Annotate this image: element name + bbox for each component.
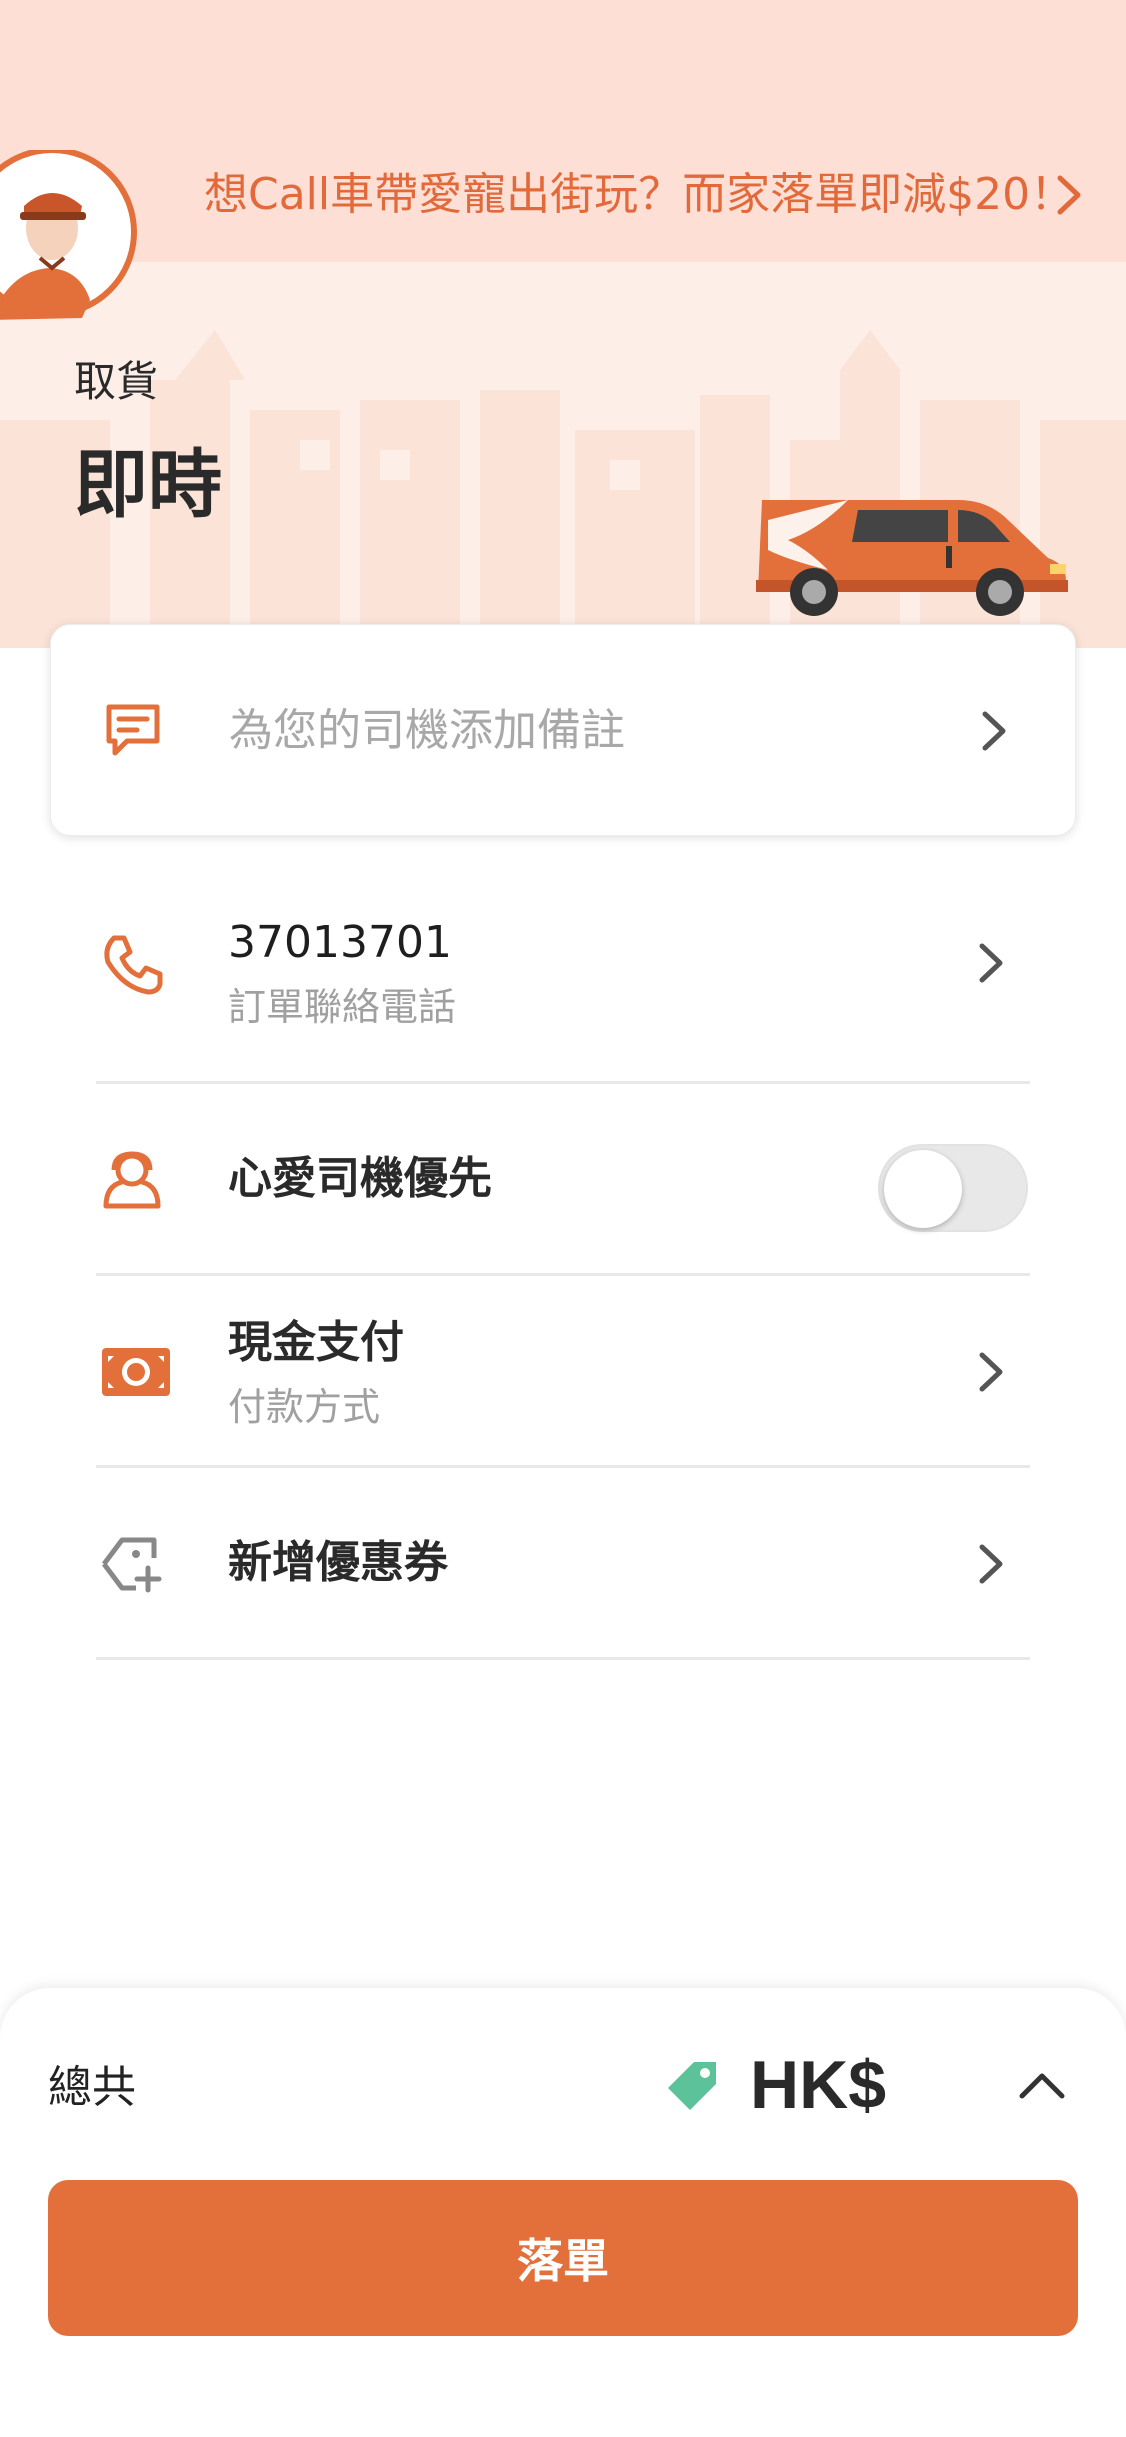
contact-phone-number: 37013701 [228,917,452,968]
pickup-time[interactable]: 即時 [74,440,222,530]
payment-method-label: 付款方式 [228,1385,381,1429]
chevron-up-icon[interactable] [1016,2060,1068,2112]
chevron-right-icon [982,711,1006,751]
hero-banner: 想Call車帶愛寵出街玩？而家落單即減$20！ 取貨 即時 [0,0,1126,648]
toggle-knob [884,1150,962,1228]
chevron-right-icon[interactable] [1048,172,1088,218]
total-amount: HK$ [750,2047,887,2123]
chevron-right-icon [979,943,1003,983]
coupon-icon [102,1537,162,1593]
phone-icon [104,935,163,995]
place-order-button[interactable]: 落單 [48,2180,1078,2336]
message-icon [106,704,160,756]
order-summary-sheet: 總共 HK$ 落單 [0,1988,1126,2437]
promo-text[interactable]: 想Call車帶愛寵出街玩？而家落單即減$20！ [204,165,1074,225]
price-tag-icon [668,2062,716,2110]
pickup-label: 取貨 [74,357,159,406]
favorite-driver-label: 心愛司機優先 [228,1153,492,1204]
chevron-right-icon [979,1352,1003,1392]
promo-banner[interactable]: 想Call車帶愛寵出街玩？而家落單即減$20！ [0,0,1126,262]
payment-method-value: 現金支付 [228,1317,404,1368]
favorite-driver-row: 心愛司機優先 [96,1084,1030,1276]
add-coupon-row[interactable]: 新增優惠券 [96,1468,1030,1660]
chevron-right-icon [979,1544,1003,1584]
van-illustration [756,500,1068,616]
driver-note-placeholder: 為您的司機添加備註 [229,705,625,756]
driver-note-card[interactable]: 為您的司機添加備註 [50,624,1076,836]
payment-method-row[interactable]: 現金支付 付款方式 [96,1276,1030,1468]
contact-phone-row[interactable]: 37013701 訂單聯絡電話 [96,890,1030,1084]
courier-avatar [0,150,137,320]
contact-phone-label: 訂單聯絡電話 [228,985,457,1029]
driver-icon [103,1151,161,1209]
add-coupon-label: 新增優惠券 [228,1537,448,1588]
favorite-driver-toggle[interactable] [878,1144,1028,1232]
total-label: 總共 [48,2062,136,2113]
cash-icon [102,1348,170,1396]
